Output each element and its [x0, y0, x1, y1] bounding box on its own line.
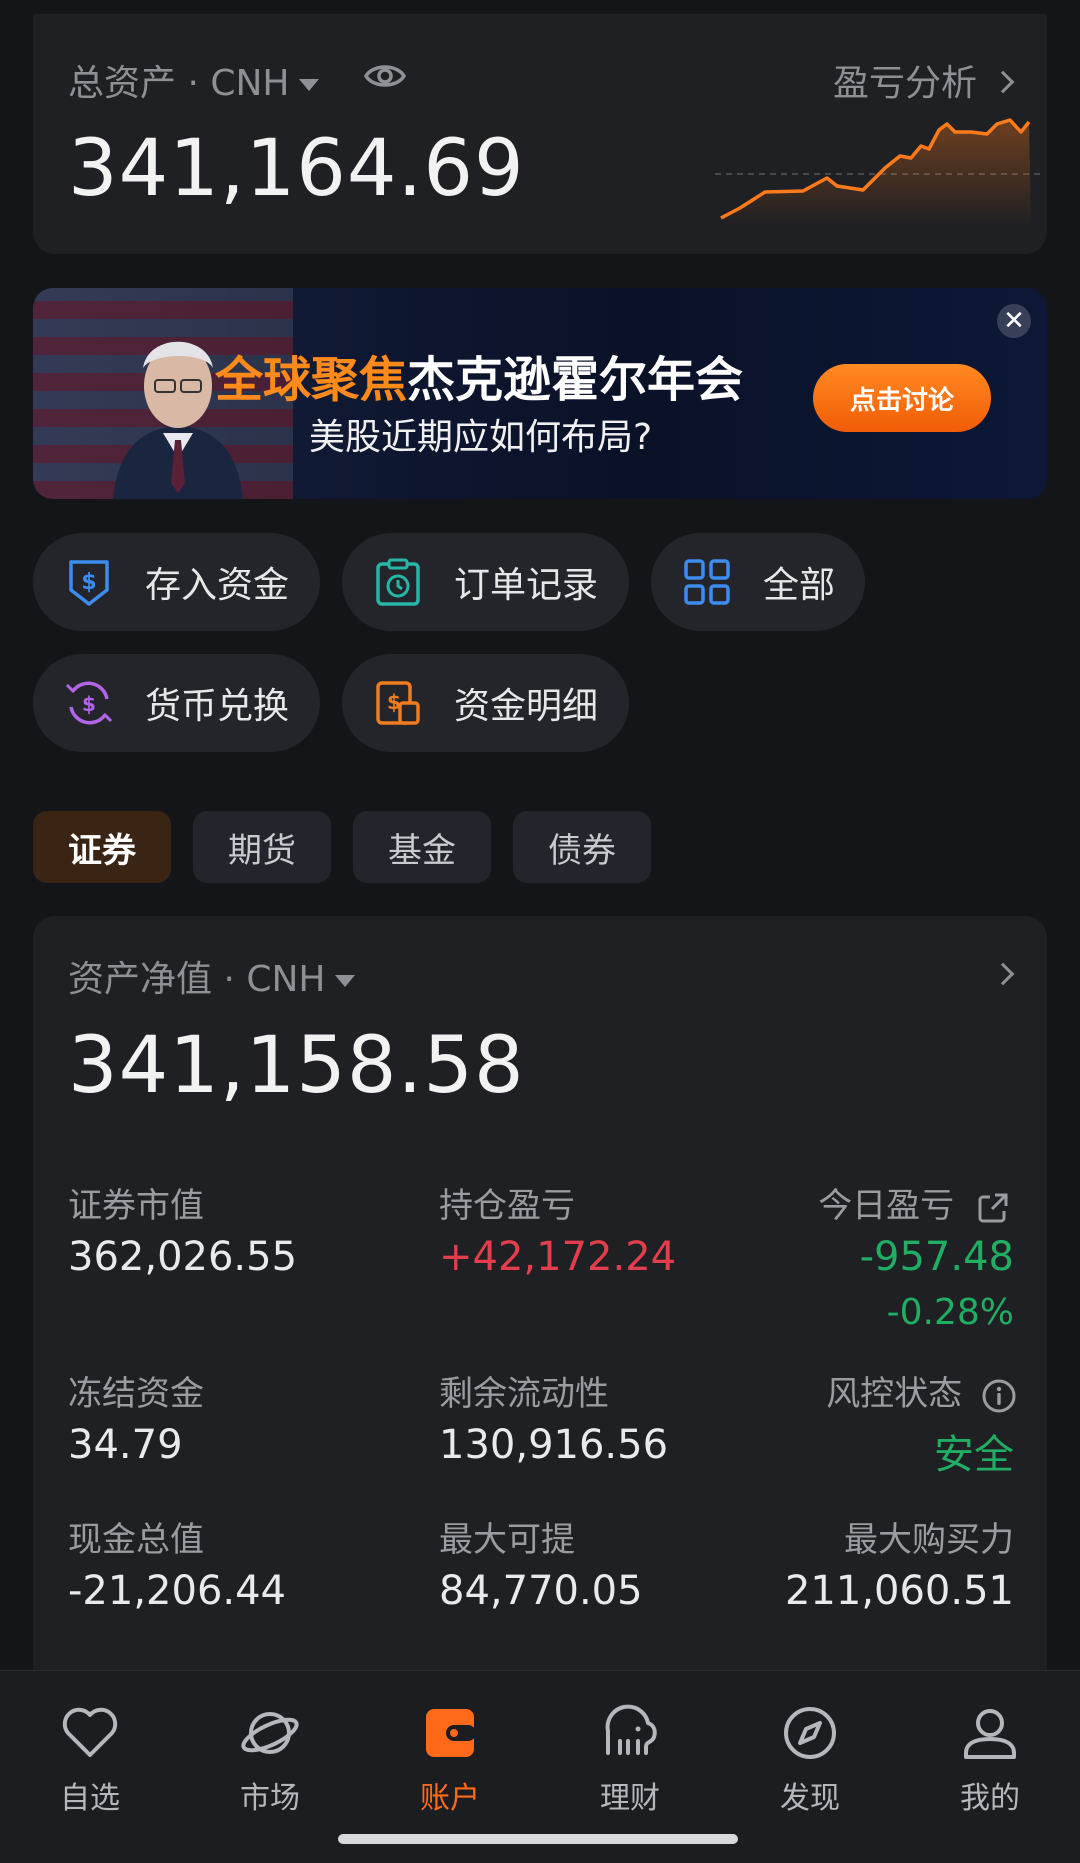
nav-watchlist-label: 自选 [60, 1781, 120, 1816]
close-icon[interactable]: ✕ [997, 304, 1031, 338]
max-buying-power-label: 最大购买力 [844, 1520, 1014, 1560]
share-icon[interactable] [975, 1190, 1011, 1226]
grid-icon [684, 559, 730, 605]
nav-discover[interactable]: 发现 [750, 1701, 870, 1817]
today-pl-label-text: 今日盈亏 [818, 1186, 955, 1226]
svg-text:$: $ [82, 692, 96, 716]
order-history-button[interactable]: 订单记录 [342, 533, 629, 631]
frozen-funds-value: 34.79 [68, 1422, 183, 1468]
all-actions-button[interactable]: 全部 [651, 533, 865, 631]
net-value-label[interactable]: 资产净值 · CNH [68, 950, 356, 1002]
nav-market-label: 市场 [240, 1781, 300, 1816]
promo-banner[interactable]: 全球聚焦杰克逊霍尔年会 美股近期应如何布局? 点击讨论 ✕ [33, 288, 1047, 499]
deposit-icon: $ [69, 560, 109, 606]
chevron-right-icon[interactable] [991, 962, 1015, 986]
max-withdrawable-label: 最大可提 [439, 1520, 575, 1560]
nav-me-label: 我的 [960, 1781, 1020, 1816]
nav-wealth-label: 理财 [600, 1781, 660, 1816]
nav-discover-label: 发现 [780, 1781, 840, 1816]
max-buying-power-value: 211,060.51 [784, 1568, 1014, 1614]
nav-me[interactable]: 我的 [930, 1701, 1050, 1817]
remaining-liquidity-label: 剩余流动性 [439, 1374, 609, 1414]
net-value-label-text: 资产净值 · CNH [68, 959, 326, 1000]
elephant-icon [605, 1704, 657, 1755]
total-assets-card: 总资产 · CNH 盈亏分析 341,164.69 [33, 14, 1047, 254]
remaining-liquidity-value: 130,916.56 [439, 1422, 669, 1468]
net-value: 341,158.58 [68, 1021, 525, 1111]
cash-total-value: -21,206.44 [68, 1568, 287, 1614]
tab-futures[interactable]: 期货 [193, 811, 331, 883]
today-pl-label: 今日盈亏 [818, 1178, 1011, 1227]
pl-analysis-link[interactable]: 盈亏分析 [832, 54, 1015, 106]
chevron-right-icon [991, 70, 1015, 94]
pl-sparkline[interactable] [685, 106, 1045, 236]
nav-watchlist[interactable]: 自选 [30, 1701, 150, 1817]
currency-dropdown-icon[interactable] [335, 975, 356, 987]
heart-icon [62, 1707, 118, 1757]
deposit-button[interactable]: $ 存入资金 [33, 533, 320, 631]
max-withdrawable-value: 84,770.05 [439, 1568, 643, 1614]
banner-title-highlight: 全球聚焦 [215, 352, 408, 408]
banner-title-rest: 杰克逊霍尔年会 [407, 352, 744, 408]
frozen-funds-label: 冻结资金 [68, 1374, 204, 1414]
banner-title: 全球聚焦杰克逊霍尔年会 [215, 340, 743, 410]
total-assets-label-text: 总资产 · CNH [68, 63, 290, 104]
nav-account[interactable]: 账户 [390, 1701, 510, 1817]
info-icon[interactable] [981, 1378, 1017, 1414]
home-indicator[interactable] [338, 1834, 738, 1844]
today-pl-value: -957.48 [859, 1234, 1014, 1280]
position-pl-label: 持仓盈亏 [439, 1186, 575, 1226]
pl-analysis-label: 盈亏分析 [832, 63, 977, 104]
nav-market[interactable]: 市场 [210, 1701, 330, 1817]
fund-details-button[interactable]: $ 资金明细 [342, 654, 629, 752]
all-actions-label: 全部 [763, 565, 836, 606]
svg-text:$: $ [387, 690, 401, 714]
wallet-icon [426, 1709, 476, 1757]
currency-exchange-button[interactable]: $ 货币兑换 [33, 654, 320, 752]
eye-icon[interactable] [363, 54, 407, 98]
total-assets-value: 341,164.69 [68, 124, 525, 214]
fund-details-label: 资金明细 [454, 686, 599, 727]
deposit-label: 存入资金 [145, 565, 290, 606]
tab-funds[interactable]: 基金 [353, 811, 491, 883]
banner-discuss-button[interactable]: 点击讨论 [813, 364, 991, 432]
svg-text:$: $ [81, 570, 96, 595]
position-pl-value: +42,172.24 [439, 1234, 677, 1280]
nav-wealth[interactable]: 理财 [570, 1701, 690, 1817]
compass-icon [784, 1707, 836, 1759]
tab-securities[interactable]: 证券 [33, 811, 171, 883]
tab-bonds[interactable]: 债券 [513, 811, 651, 883]
banner-subtitle: 美股近期应如何布局? [309, 417, 653, 458]
order-icon [376, 558, 420, 606]
today-pl-percent: -0.28% [886, 1292, 1014, 1333]
risk-status-value: 安全 [934, 1432, 1014, 1478]
user-icon [964, 1709, 1016, 1759]
risk-status-label: 风控状态 [826, 1366, 1017, 1415]
fund-detail-icon: $ [376, 681, 420, 725]
currency-dropdown-icon[interactable] [299, 79, 320, 91]
exchange-icon: $ [65, 681, 113, 725]
nav-account-label: 账户 [420, 1781, 480, 1816]
order-history-label: 订单记录 [454, 565, 599, 606]
market-value-label: 证券市值 [68, 1186, 204, 1226]
planet-icon [241, 1712, 299, 1754]
total-assets-label[interactable]: 总资产 · CNH [68, 54, 320, 106]
market-value: 362,026.55 [68, 1234, 298, 1280]
risk-status-label-text: 风控状态 [826, 1374, 963, 1414]
cash-total-label: 现金总值 [68, 1520, 204, 1560]
currency-exchange-label: 货币兑换 [145, 686, 290, 727]
